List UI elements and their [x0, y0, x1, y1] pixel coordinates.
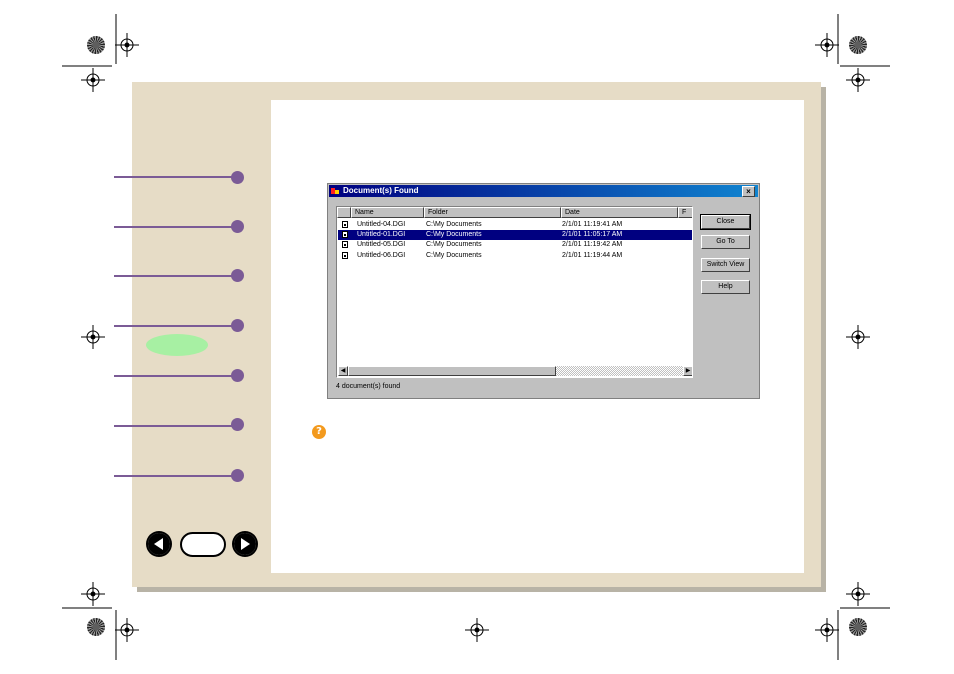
tab-line-4: [114, 325, 234, 327]
column-header-name[interactable]: Name: [351, 207, 424, 218]
crosshair-icon: [115, 618, 139, 642]
list-item[interactable]: Untitled-05.DGI C:\My Documents 2/1/01 1…: [338, 240, 692, 250]
scrollbar-thumb[interactable]: [348, 366, 556, 376]
crosshair-icon: [846, 325, 870, 349]
horizontal-scrollbar[interactable]: ◀ ▶: [338, 366, 692, 376]
crosshair-icon: [81, 582, 105, 606]
crosshair-icon: [465, 618, 489, 642]
tab-line-3: [114, 275, 234, 277]
tab-dot-4[interactable]: [231, 319, 244, 332]
column-header-folder[interactable]: Folder: [424, 207, 561, 218]
file-folder: C:\My Documents: [426, 252, 482, 259]
column-header-icon[interactable]: [337, 207, 351, 218]
scrollbar-track[interactable]: [556, 366, 683, 376]
crosshair-icon: [815, 33, 839, 57]
tab-dot-7[interactable]: [231, 469, 244, 482]
column-header-date[interactable]: Date: [561, 207, 678, 218]
scroll-right-icon[interactable]: ▶: [683, 366, 692, 376]
file-name: Untitled-04.DGI: [357, 221, 406, 228]
tab-line-1: [114, 176, 234, 178]
tab-line-2: [114, 226, 234, 228]
arrow-left-icon: [148, 533, 170, 555]
document-icon: [342, 231, 348, 238]
file-date: 2/1/01 11:19:41 AM: [562, 221, 623, 228]
prev-page-button[interactable]: [146, 531, 172, 557]
list-item[interactable]: Untitled-06.DGI C:\My Documents 2/1/01 1…: [338, 251, 692, 261]
help-button[interactable]: Help: [701, 280, 750, 294]
crosshair-icon: [846, 582, 870, 606]
tab-dot-6[interactable]: [231, 418, 244, 431]
status-text: 4 document(s) found: [336, 383, 401, 390]
tab-line-5: [114, 375, 234, 377]
crosshair-icon: [115, 33, 139, 57]
file-name: Untitled-05.DGI: [357, 241, 406, 248]
tab-dot-3[interactable]: [231, 269, 244, 282]
file-date: 2/1/01 11:19:44 AM: [562, 252, 623, 259]
crosshair-icon: [81, 68, 105, 92]
list-item-selected[interactable]: Untitled-01.DGI C:\My Documents 2/1/01 1…: [338, 230, 692, 240]
tab-line-6: [114, 425, 234, 427]
file-name: Untitled-01.DGI: [357, 231, 406, 238]
app-icon: [331, 188, 339, 194]
file-date: 2/1/01 11:19:42 AM: [562, 241, 623, 248]
tab-line-7: [114, 475, 234, 477]
file-date: 2/1/01 11:05:17 AM: [562, 231, 623, 238]
tab-dot-2[interactable]: [231, 220, 244, 233]
scroll-left-icon[interactable]: ◀: [338, 366, 348, 376]
document-icon: [342, 241, 348, 248]
file-folder: C:\My Documents: [426, 221, 482, 228]
crosshair-icon: [81, 325, 105, 349]
results-list[interactable]: Name Folder Date F Untitled-04.DGI C:\My…: [336, 206, 693, 378]
close-icon[interactable]: ×: [742, 186, 755, 197]
tab-dot-5[interactable]: [231, 369, 244, 382]
tab-dot-1[interactable]: [231, 171, 244, 184]
file-folder: C:\My Documents: [426, 231, 482, 238]
document-icon: [342, 221, 348, 228]
active-tab-highlight[interactable]: [146, 334, 208, 356]
next-page-button[interactable]: [232, 531, 258, 557]
arrow-right-icon: [234, 533, 256, 555]
switch-view-button[interactable]: Switch View: [701, 258, 750, 272]
list-item[interactable]: Untitled-04.DGI C:\My Documents 2/1/01 1…: [338, 220, 692, 230]
file-name: Untitled-06.DGI: [357, 252, 406, 259]
column-header-extra[interactable]: F: [678, 207, 692, 218]
contents-button[interactable]: [180, 532, 226, 557]
crosshair-icon: [846, 68, 870, 92]
file-folder: C:\My Documents: [426, 241, 482, 248]
documents-found-dialog: Document(s) Found × Name Folder Date F U…: [327, 183, 760, 399]
close-button[interactable]: Close: [700, 214, 751, 230]
dialog-title: Document(s) Found: [343, 186, 419, 195]
dialog-titlebar[interactable]: Document(s) Found ×: [329, 185, 758, 197]
goto-button[interactable]: Go To: [701, 235, 750, 249]
question-icon[interactable]: ?: [312, 425, 326, 439]
document-icon: [342, 252, 348, 259]
crosshair-icon: [815, 618, 839, 642]
